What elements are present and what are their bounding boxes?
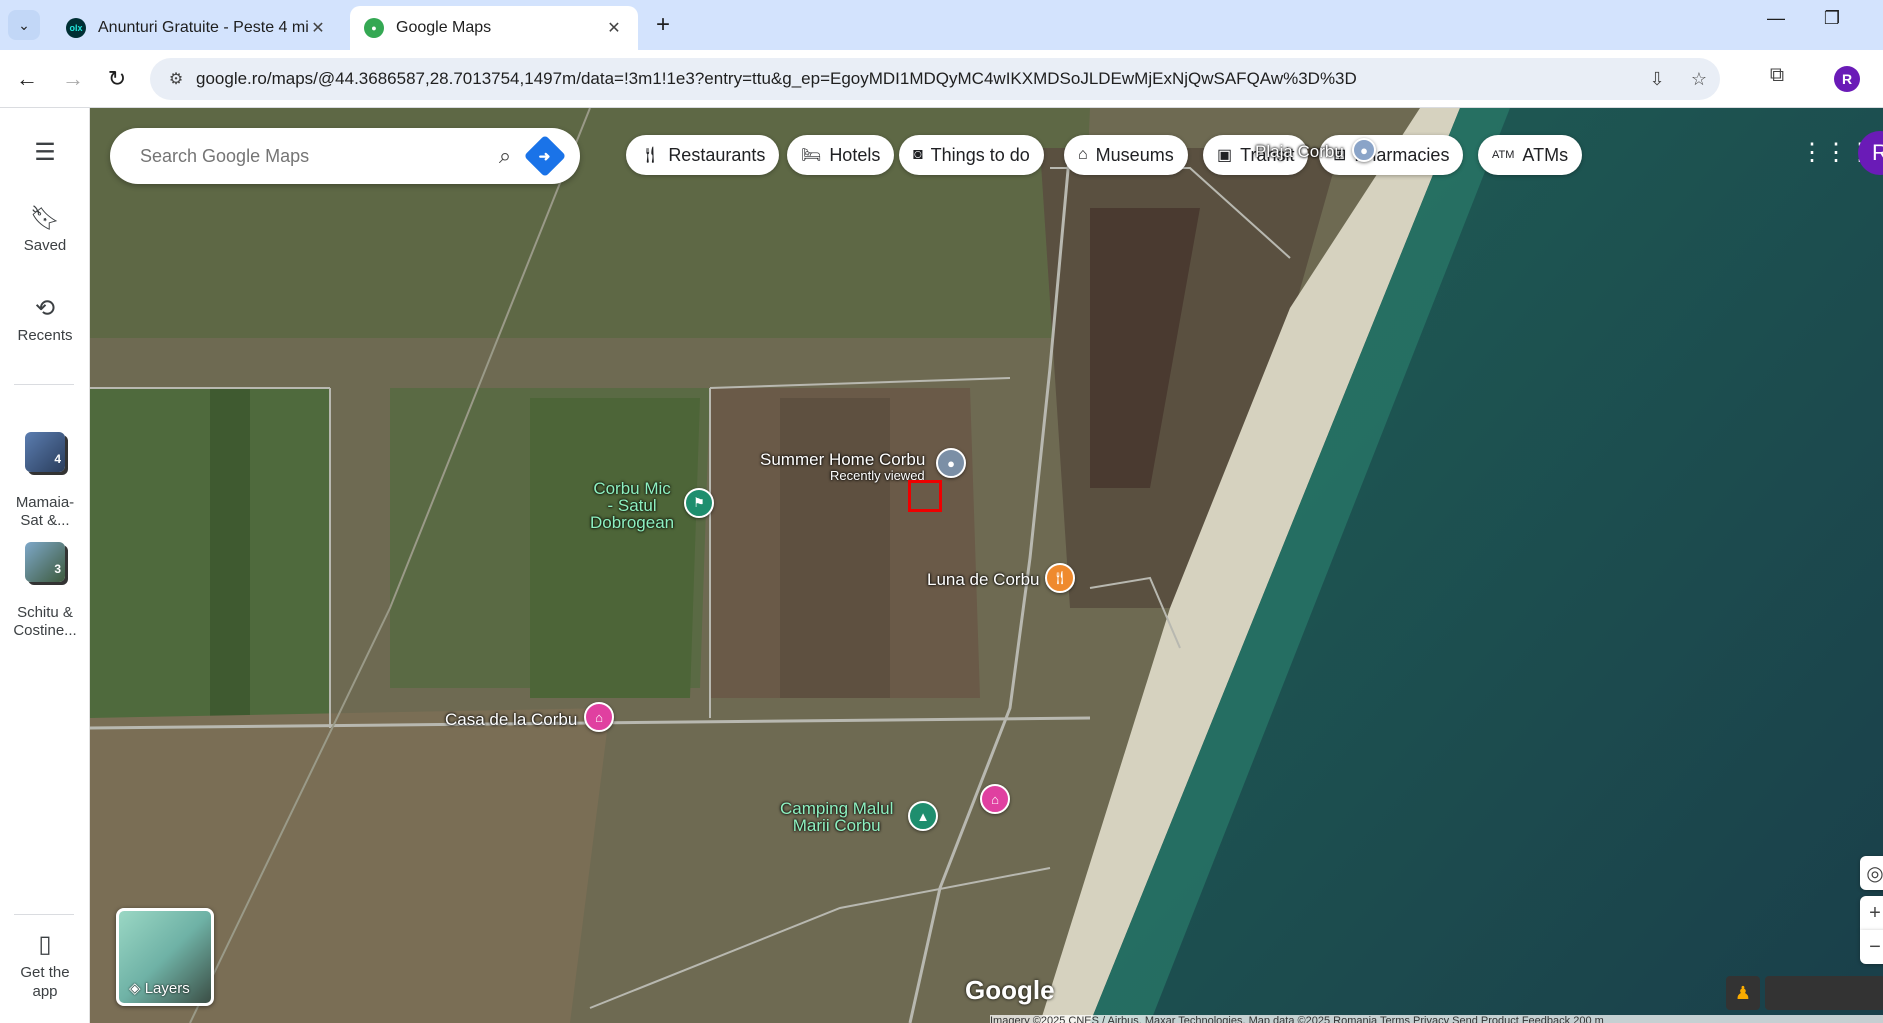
place-pin-icon[interactable]: ● xyxy=(1352,138,1376,162)
close-icon[interactable]: ✕ xyxy=(308,18,328,38)
place-label-plaja-corbu[interactable]: Plaja Corbu xyxy=(1255,142,1344,162)
restaurant-pin-icon[interactable]: 🍴︎ xyxy=(1045,563,1075,593)
reload-button[interactable]: ↻ xyxy=(102,64,132,94)
bookmark-star-icon[interactable]: ☆ xyxy=(1678,69,1720,90)
divider xyxy=(14,384,74,385)
pegman-icon[interactable]: ♟ xyxy=(1726,976,1760,1010)
hotel-pin-icon[interactable]: ⌂ xyxy=(584,702,614,732)
place-label-camping[interactable]: Camping Malul Marii Corbu xyxy=(780,800,893,834)
bus-icon: ▣ xyxy=(1217,147,1233,164)
satellite-map[interactable]: ⌕ ➜ 🍴︎Restaurants 🛏︎Hotels ◙Things to do… xyxy=(90,108,1883,1023)
collection-mamaia[interactable]: 4 Mamaia- Sat &... xyxy=(0,414,90,530)
tab-title: Google Maps xyxy=(396,19,492,36)
collection-schitu[interactable]: 3 Schitu & Costine... xyxy=(0,524,90,640)
back-button[interactable]: ← xyxy=(12,64,42,94)
layers-button[interactable]: ◈ Layers xyxy=(116,908,214,1006)
new-tab-button[interactable]: + xyxy=(648,10,678,40)
chip-atms[interactable]: ATM ATMs xyxy=(1478,135,1583,175)
place-label-summer-home[interactable]: Summer Home Corbu xyxy=(760,450,925,470)
tab-search-button[interactable]: ⌄ xyxy=(8,10,40,40)
attribution-bar: Imagery ©2025 CNES / Airbus, Maxar Techn… xyxy=(990,1015,1883,1023)
zoom-out-button[interactable]: − xyxy=(1860,930,1883,964)
url-text[interactable]: google.ro/maps/@44.3686587,28.7013754,14… xyxy=(196,69,1636,89)
olx-icon: olx xyxy=(66,18,86,38)
bookmark-icon: 🔖︎ xyxy=(29,205,61,232)
chip-museums[interactable]: ⌂ Museums xyxy=(1064,135,1188,175)
camping-pin-icon[interactable]: ▲ xyxy=(908,801,938,831)
tab-title: Anunturi Gratuite - Peste 4 milio xyxy=(98,19,308,36)
fork-knife-icon: 🍴︎ xyxy=(640,147,661,164)
collection-thumbnail: 4 xyxy=(25,432,65,472)
close-icon[interactable]: ✕ xyxy=(604,18,624,38)
atm-icon: ATM xyxy=(1492,149,1515,161)
chip-restaurants[interactable]: 🍴︎ Restaurants xyxy=(626,135,780,175)
minimize-button[interactable]: — xyxy=(1756,8,1796,29)
bed-icon: 🛏︎ xyxy=(801,147,822,164)
selection-marker xyxy=(908,480,942,512)
search-input[interactable] xyxy=(140,145,480,167)
divider xyxy=(14,914,74,915)
site-info-icon[interactable]: ⚙ xyxy=(156,69,196,89)
menu-button[interactable]: ☰ xyxy=(0,138,90,171)
zoom-in-button[interactable]: + xyxy=(1860,896,1883,930)
maps-side-rail: ☰ 🔖︎ Saved ⟲ Recents 4 Mamaia- Sat &... … xyxy=(0,108,90,1023)
search-icon[interactable]: ⌕ xyxy=(480,143,530,169)
tab-google-maps[interactable]: ● Google Maps ✕ xyxy=(350,6,638,50)
chip-hotels[interactable]: 🛏︎ Hotels xyxy=(787,135,895,175)
maps-pin-icon: ● xyxy=(364,18,384,38)
place-pin-icon[interactable]: ● xyxy=(936,448,966,478)
install-app-icon[interactable]: ⇩ xyxy=(1636,69,1678,90)
satellite-imagery xyxy=(90,108,1883,1023)
browser-toolbar: ← → ↻ ⚙ google.ro/maps/@44.3686587,28.70… xyxy=(0,50,1883,108)
history-icon: ⟲ xyxy=(34,295,56,322)
extensions-icon[interactable]: ⧉ xyxy=(1762,64,1792,87)
tab-strip: ⌄ olx Anunturi Gratuite - Peste 4 milio … xyxy=(0,0,1883,50)
get-app-button[interactable]: ▯ Get the app xyxy=(0,930,90,1001)
place-label-luna-de-corbu[interactable]: Luna de Corbu xyxy=(927,570,1039,590)
museum-icon: ⌂ xyxy=(1078,146,1088,163)
collection-label: Schitu & Costine... xyxy=(13,604,77,639)
tab-olx[interactable]: olx Anunturi Gratuite - Peste 4 milio ✕ xyxy=(52,6,342,50)
saved-button[interactable]: 🔖︎ Saved xyxy=(0,204,90,254)
my-location-icon[interactable]: ◎ xyxy=(1860,856,1883,890)
hamburger-icon: ☰ xyxy=(34,139,56,166)
search-box[interactable]: ⌕ ➜ xyxy=(110,128,580,184)
address-bar[interactable]: ⚙ google.ro/maps/@44.3686587,28.7013754,… xyxy=(150,58,1720,100)
get-app-label: Get the app xyxy=(20,964,70,1000)
collection-thumbnail: 3 xyxy=(25,542,65,582)
forward-button[interactable]: → xyxy=(58,64,88,94)
place-label-casa-de-la-corbu[interactable]: Casa de la Corbu xyxy=(445,710,577,730)
directions-icon[interactable]: ➜ xyxy=(523,134,567,178)
recents-label: Recents xyxy=(17,327,73,344)
recents-button[interactable]: ⟲ Recents xyxy=(0,294,90,344)
google-logo: Google xyxy=(965,975,1055,1005)
hotel-pin-icon[interactable]: ⌂ xyxy=(980,784,1010,814)
profile-avatar[interactable]: R xyxy=(1834,66,1860,92)
chip-things-to-do[interactable]: ◙ Things to do xyxy=(899,135,1044,175)
restore-button[interactable]: ❐ xyxy=(1812,8,1852,29)
layers-label: ◈ Layers xyxy=(129,980,190,997)
place-label-corbu-mic[interactable]: Corbu Mic - Satul Dobrogean xyxy=(590,480,674,531)
park-pin-icon[interactable]: ⚑ xyxy=(684,488,714,518)
camera-icon: ◙ xyxy=(913,146,923,163)
saved-label: Saved xyxy=(23,237,67,254)
phone-icon: ▯ xyxy=(38,931,52,958)
map-type-previews[interactable] xyxy=(1765,976,1883,1010)
